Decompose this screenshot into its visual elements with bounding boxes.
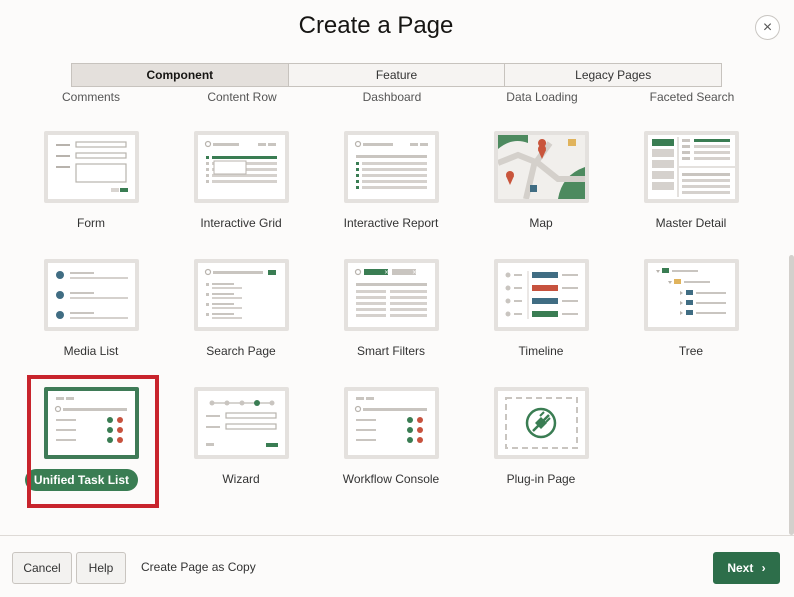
tree-thumbnail-icon xyxy=(644,259,739,331)
tile-tree[interactable]: Tree xyxy=(616,259,766,379)
tab-feature[interactable]: Feature xyxy=(288,64,506,86)
tile-label: Plug-in Page xyxy=(506,472,576,486)
tile-label-comments[interactable]: Comments xyxy=(26,90,156,104)
smart-filters-thumbnail-icon: × × xyxy=(344,259,439,331)
close-icon: × xyxy=(762,18,773,36)
tile-master-detail[interactable]: Master Detail xyxy=(616,131,766,251)
tile-interactive-report[interactable]: Interactive Report xyxy=(316,131,466,251)
help-button[interactable]: Help xyxy=(76,552,126,584)
workflow-console-thumbnail-icon xyxy=(344,387,439,459)
tile-form[interactable]: Form xyxy=(16,131,166,251)
tile-label: Timeline xyxy=(518,344,564,358)
tile-label: Master Detail xyxy=(655,216,727,230)
timeline-thumbnail-icon xyxy=(494,259,589,331)
tile-label: Media List xyxy=(63,344,119,358)
tile-label: Workflow Console xyxy=(342,472,440,486)
tile-search-page[interactable]: Search Page xyxy=(166,259,316,379)
tile-label-data-loading[interactable]: Data Loading xyxy=(477,90,607,104)
tab-legacy-pages[interactable]: Legacy Pages xyxy=(505,64,722,86)
svg-text:×: × xyxy=(384,269,389,276)
tile-smart-filters[interactable]: × × Smart Filters xyxy=(316,259,466,379)
tile-wizard[interactable]: Wizard xyxy=(166,387,316,507)
tile-label: Search Page xyxy=(206,344,276,358)
dialog-footer: Cancel Help Create Page as Copy Next › xyxy=(0,535,794,597)
cancel-button[interactable]: Cancel xyxy=(12,552,72,584)
create-page-as-copy-link[interactable]: Create Page as Copy xyxy=(141,560,256,574)
chevron-right-icon: › xyxy=(761,561,766,575)
tile-label-faceted-search[interactable]: Faceted Search xyxy=(627,90,757,104)
gallery-scrollbar[interactable] xyxy=(789,255,794,535)
tile-label: Wizard xyxy=(222,472,260,486)
close-button[interactable]: × xyxy=(755,15,780,40)
tile-workflow-console[interactable]: Workflow Console xyxy=(316,387,466,507)
tab-bar: Component Feature Legacy Pages xyxy=(71,63,722,87)
form-thumbnail-icon xyxy=(44,131,139,203)
tile-interactive-grid[interactable]: Interactive Grid xyxy=(166,131,316,251)
tile-label: Form xyxy=(77,216,105,230)
search-page-thumbnail-icon xyxy=(194,259,289,331)
tile-label-dashboard[interactable]: Dashboard xyxy=(327,90,457,104)
tile-label: Tree xyxy=(678,344,704,358)
svg-text:×: × xyxy=(412,269,417,276)
cut-off-row: Comments Content Row Dashboard Data Load… xyxy=(0,90,794,104)
media-list-thumbnail-icon xyxy=(44,259,139,331)
tile-label: Map xyxy=(529,216,553,230)
tile-label: Interactive Report xyxy=(343,216,439,230)
dialog-title: Create a Page xyxy=(298,12,454,39)
tile-plug-in-page[interactable]: Plug-in Page xyxy=(466,387,616,507)
plug-in-thumbnail-icon xyxy=(494,387,589,459)
tile-label: Smart Filters xyxy=(356,344,425,358)
interactive-grid-thumbnail-icon xyxy=(194,131,289,203)
tab-component[interactable]: Component xyxy=(72,64,289,86)
interactive-report-thumbnail-icon xyxy=(344,131,439,203)
tile-map[interactable]: Map xyxy=(466,131,616,251)
wizard-thumbnail-icon xyxy=(194,387,289,459)
map-thumbnail-icon xyxy=(494,131,589,203)
tile-media-list[interactable]: Media List xyxy=(16,259,166,379)
tile-label-content-row[interactable]: Content Row xyxy=(177,90,307,104)
selection-highlight xyxy=(27,375,159,508)
master-detail-thumbnail-icon xyxy=(644,131,739,203)
next-button-label: Next xyxy=(727,561,754,575)
create-page-dialog: Create a Page × Component Feature Legacy… xyxy=(0,0,794,597)
tile-label: Interactive Grid xyxy=(200,216,282,230)
next-button[interactable]: Next › xyxy=(713,552,780,584)
tile-timeline[interactable]: Timeline xyxy=(466,259,616,379)
